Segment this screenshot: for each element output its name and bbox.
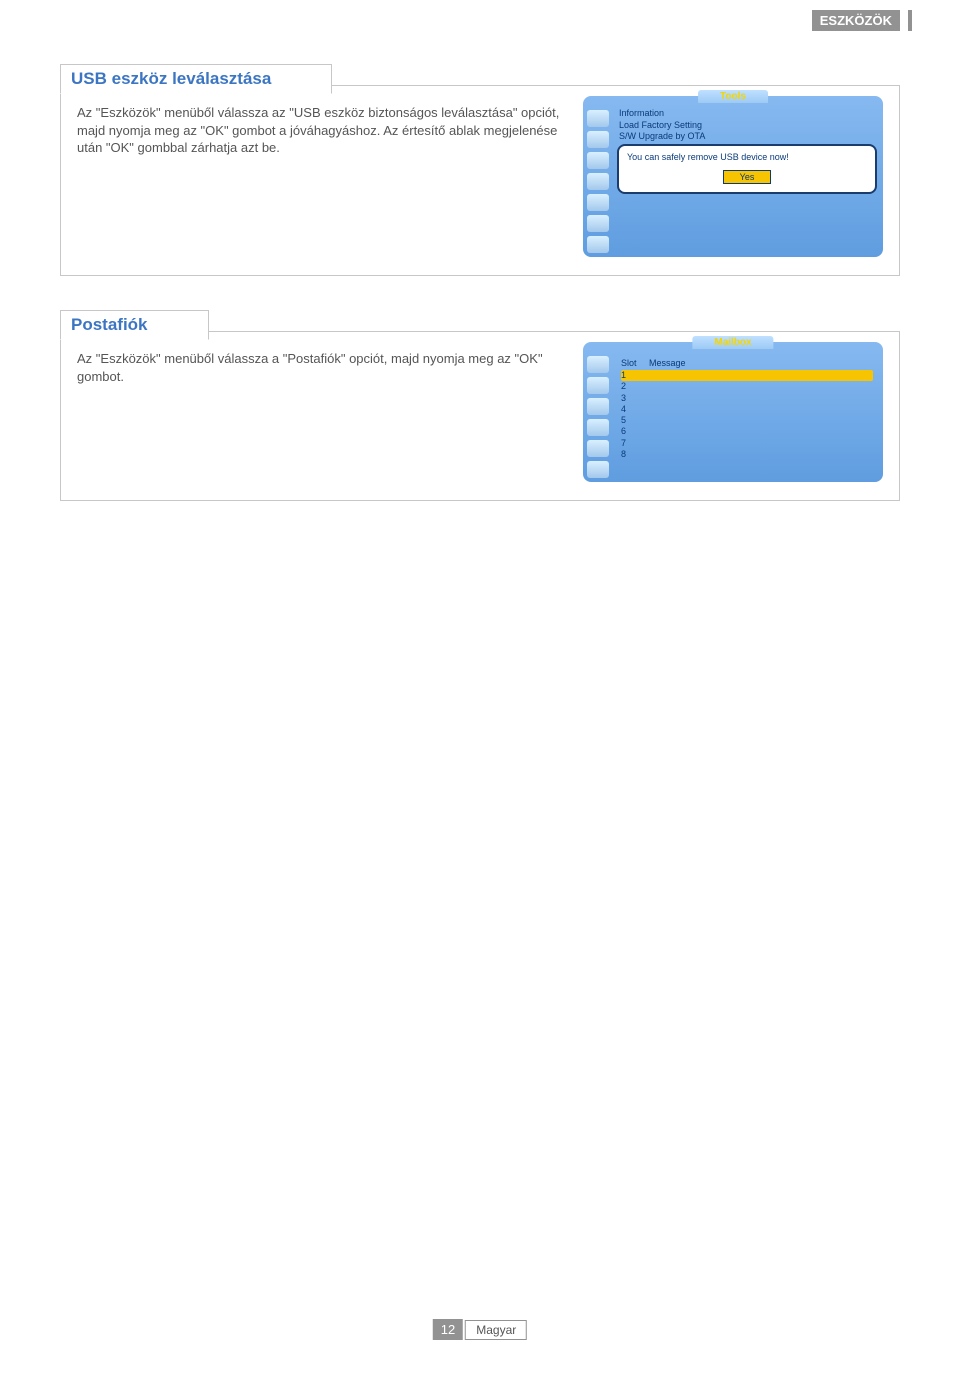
panel-tab: Tools bbox=[698, 90, 768, 103]
slot-cell: 7 bbox=[621, 438, 649, 449]
device-screenshot-mailbox: Mailbox Slot Message 1 2 bbox=[583, 342, 883, 482]
side-icon bbox=[587, 215, 609, 232]
side-icon bbox=[587, 440, 609, 457]
popup-text: You can safely remove USB device now! bbox=[627, 152, 867, 164]
slot-cell: 8 bbox=[621, 449, 649, 460]
menu-item: Information bbox=[615, 108, 879, 120]
section-body: Az "Eszközök" menüből válassza az "USB e… bbox=[77, 96, 565, 257]
table-row[interactable]: 7 bbox=[621, 438, 873, 449]
mailbox-table: Slot Message 1 2 3 4 5 6 7 8 bbox=[615, 354, 879, 478]
menu-list: Information Load Factory Setting S/W Upg… bbox=[615, 108, 879, 253]
table-row[interactable]: 3 bbox=[621, 393, 873, 404]
slot-cell: 3 bbox=[621, 393, 649, 404]
popup-dialog: You can safely remove USB device now! Ye… bbox=[617, 144, 877, 194]
side-icon bbox=[587, 461, 609, 478]
menu-item: Load Factory Setting bbox=[615, 120, 879, 132]
slot-cell: 6 bbox=[621, 426, 649, 437]
side-icon bbox=[587, 131, 609, 148]
section-title: Postafiók bbox=[60, 310, 209, 340]
table-row[interactable]: 8 bbox=[621, 449, 873, 460]
side-icon bbox=[587, 356, 609, 373]
col-slot-header: Slot bbox=[621, 358, 649, 368]
mailbox-section: Postafiók Az "Eszközök" menüből válassza… bbox=[60, 331, 900, 501]
section-title: USB eszköz leválasztása bbox=[60, 64, 332, 94]
table-row[interactable]: 5 bbox=[621, 415, 873, 426]
content: USB eszköz leválasztása Az "Eszközök" me… bbox=[60, 85, 900, 556]
side-icon bbox=[587, 194, 609, 211]
side-icon bbox=[587, 236, 609, 253]
yes-button[interactable]: Yes bbox=[723, 170, 771, 184]
slot-cell: 2 bbox=[621, 381, 649, 392]
table-row[interactable]: 6 bbox=[621, 426, 873, 437]
table-row[interactable]: 2 bbox=[621, 381, 873, 392]
page-header: ESZKÖZÖK bbox=[812, 10, 900, 31]
side-icon bbox=[587, 377, 609, 394]
col-message-header: Message bbox=[649, 358, 873, 368]
page-number: 12 bbox=[433, 1319, 463, 1340]
footer: 12 Magyar bbox=[433, 1319, 527, 1340]
slot-cell: 4 bbox=[621, 404, 649, 415]
side-icon bbox=[587, 110, 609, 127]
slot-cell: 1 bbox=[621, 370, 649, 381]
section-body: Az "Eszközök" menüből válassza a "Postaf… bbox=[77, 342, 565, 482]
side-icon bbox=[587, 152, 609, 169]
slot-cell: 5 bbox=[621, 415, 649, 426]
table-header: Slot Message bbox=[621, 356, 873, 370]
side-icons bbox=[587, 108, 611, 253]
device-screenshot-tools: Tools Information Load Factory Setting S… bbox=[583, 96, 883, 257]
panel-tab: Mailbox bbox=[692, 336, 773, 349]
side-icon bbox=[587, 173, 609, 190]
side-icon bbox=[587, 419, 609, 436]
side-icons bbox=[587, 354, 611, 478]
menu-item: S/W Upgrade by OTA bbox=[615, 131, 879, 143]
usb-remove-section: USB eszköz leválasztása Az "Eszközök" me… bbox=[60, 85, 900, 276]
page-language: Magyar bbox=[465, 1320, 527, 1340]
table-row[interactable]: 4 bbox=[621, 404, 873, 415]
side-icon bbox=[587, 398, 609, 415]
table-row[interactable]: 1 bbox=[621, 370, 873, 381]
